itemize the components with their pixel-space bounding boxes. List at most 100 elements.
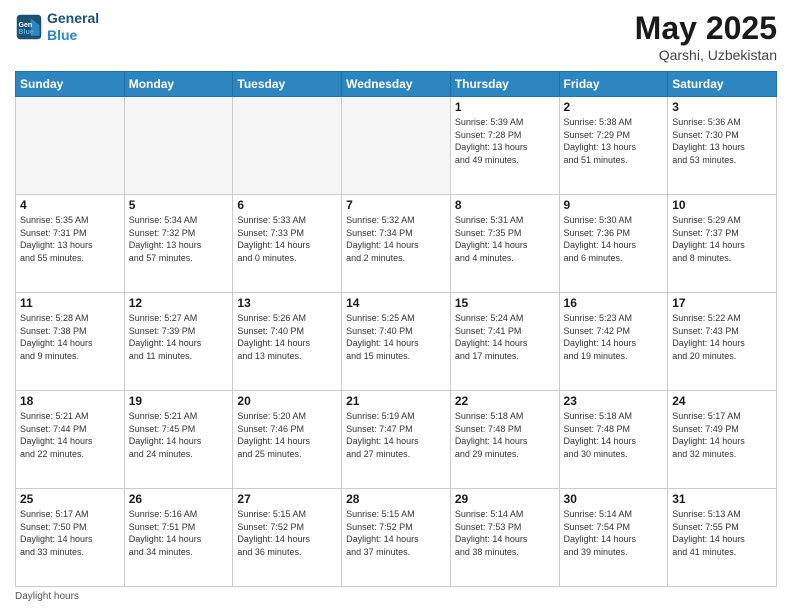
day-number: 16 — [564, 296, 664, 310]
day-number: 17 — [672, 296, 772, 310]
day-info: Sunrise: 5:13 AM Sunset: 7:55 PM Dayligh… — [672, 508, 772, 558]
title-block: May 2025 Qarshi, Uzbekistan — [635, 10, 777, 63]
day-number: 4 — [20, 198, 120, 212]
calendar-cell: 4 Sunrise: 5:35 AM Sunset: 7:31 PM Daylig… — [16, 195, 125, 293]
day-info: Sunrise: 5:38 AM Sunset: 7:29 PM Dayligh… — [564, 116, 664, 166]
calendar-cell — [124, 97, 233, 195]
week-row-3: 11 Sunrise: 5:28 AM Sunset: 7:38 PM Dayli… — [16, 293, 777, 391]
header: Gen Blue General Blue May 2025 Qarshi, U… — [15, 10, 777, 63]
weekday-header-row: SundayMondayTuesdayWednesdayThursdayFrid… — [16, 72, 777, 97]
weekday-header-thursday: Thursday — [450, 72, 559, 97]
calendar-cell: 1 Sunrise: 5:39 AM Sunset: 7:28 PM Daylig… — [450, 97, 559, 195]
calendar-table: SundayMondayTuesdayWednesdayThursdayFrid… — [15, 71, 777, 587]
day-info: Sunrise: 5:15 AM Sunset: 7:52 PM Dayligh… — [237, 508, 337, 558]
day-number: 8 — [455, 198, 555, 212]
calendar-cell: 28Sunrise: 5:15 AM Sunset: 7:52 PM Dayli… — [342, 489, 451, 587]
calendar-cell: 5Sunrise: 5:34 AM Sunset: 7:32 PM Daylig… — [124, 195, 233, 293]
calendar-cell: 21 Sunrise: 5:19 AM Sunset: 7:47 PM Dayli… — [342, 391, 451, 489]
weekday-header-monday: Monday — [124, 72, 233, 97]
day-info: Sunrise: 5:35 AM Sunset: 7:31 PM Dayligh… — [20, 214, 120, 264]
day-number: 10 — [672, 198, 772, 212]
calendar-cell: 26 Sunrise: 5:16 AM Sunset: 7:51 PM Dayli… — [124, 489, 233, 587]
day-info: Sunrise: 5:15 AM Sunset: 7:52 PM Dayligh… — [346, 508, 446, 558]
day-number: 6 — [237, 198, 337, 212]
logo-icon: Gen Blue — [15, 13, 43, 41]
logo-line1: General — [47, 10, 99, 27]
calendar-cell: 14 Sunrise: 5:25 AM Sunset: 7:40 PM Dayli… — [342, 293, 451, 391]
day-info: Sunrise: 5:28 AM Sunset: 7:38 PM Dayligh… — [20, 312, 120, 362]
day-info: Sunrise: 5:31 AM Sunset: 7:35 PM Dayligh… — [455, 214, 555, 264]
day-number: 2 — [564, 100, 664, 114]
week-row-5: 25Sunrise: 5:17 AM Sunset: 7:50 PM Dayli… — [16, 489, 777, 587]
day-info: Sunrise: 5:18 AM Sunset: 7:48 PM Dayligh… — [564, 410, 664, 460]
calendar-cell: 24 Sunrise: 5:17 AM Sunset: 7:49 PM Dayli… — [668, 391, 777, 489]
day-number: 12 — [129, 296, 229, 310]
calendar-cell: 27 Sunrise: 5:15 AM Sunset: 7:52 PM Dayli… — [233, 489, 342, 587]
day-info: Sunrise: 5:19 AM Sunset: 7:47 PM Dayligh… — [346, 410, 446, 460]
day-info: Sunrise: 5:39 AM Sunset: 7:28 PM Dayligh… — [455, 116, 555, 166]
day-info: Sunrise: 5:18 AM Sunset: 7:48 PM Dayligh… — [455, 410, 555, 460]
calendar-cell: 16Sunrise: 5:23 AM Sunset: 7:42 PM Dayli… — [559, 293, 668, 391]
day-number: 23 — [564, 394, 664, 408]
logo-text: General Blue — [47, 10, 99, 44]
calendar-cell: 18Sunrise: 5:21 AM Sunset: 7:44 PM Dayli… — [16, 391, 125, 489]
day-info: Sunrise: 5:25 AM Sunset: 7:40 PM Dayligh… — [346, 312, 446, 362]
day-number: 25 — [20, 492, 120, 506]
calendar-cell: 31 Sunrise: 5:13 AM Sunset: 7:55 PM Dayli… — [668, 489, 777, 587]
day-number: 31 — [672, 492, 772, 506]
calendar-cell: 11 Sunrise: 5:28 AM Sunset: 7:38 PM Dayli… — [16, 293, 125, 391]
calendar-cell: 7 Sunrise: 5:32 AM Sunset: 7:34 PM Daylig… — [342, 195, 451, 293]
calendar-cell: 17 Sunrise: 5:22 AM Sunset: 7:43 PM Dayli… — [668, 293, 777, 391]
day-info: Sunrise: 5:34 AM Sunset: 7:32 PM Dayligh… — [129, 214, 229, 264]
day-info: Sunrise: 5:14 AM Sunset: 7:54 PM Dayligh… — [564, 508, 664, 558]
day-number: 22 — [455, 394, 555, 408]
week-row-1: 1 Sunrise: 5:39 AM Sunset: 7:28 PM Daylig… — [16, 97, 777, 195]
day-number: 24 — [672, 394, 772, 408]
svg-text:Blue: Blue — [19, 29, 34, 36]
day-info: Sunrise: 5:26 AM Sunset: 7:40 PM Dayligh… — [237, 312, 337, 362]
calendar-cell — [16, 97, 125, 195]
calendar-cell: 22 Sunrise: 5:18 AM Sunset: 7:48 PM Dayli… — [450, 391, 559, 489]
week-row-2: 4 Sunrise: 5:35 AM Sunset: 7:31 PM Daylig… — [16, 195, 777, 293]
day-info: Sunrise: 5:16 AM Sunset: 7:51 PM Dayligh… — [129, 508, 229, 558]
day-number: 9 — [564, 198, 664, 212]
logo-line2: Blue — [47, 27, 99, 44]
day-info: Sunrise: 5:32 AM Sunset: 7:34 PM Dayligh… — [346, 214, 446, 264]
calendar-cell: 8 Sunrise: 5:31 AM Sunset: 7:35 PM Daylig… — [450, 195, 559, 293]
calendar-cell: 15Sunrise: 5:24 AM Sunset: 7:41 PM Dayli… — [450, 293, 559, 391]
weekday-header-sunday: Sunday — [16, 72, 125, 97]
calendar-cell: 12Sunrise: 5:27 AM Sunset: 7:39 PM Dayli… — [124, 293, 233, 391]
day-info: Sunrise: 5:24 AM Sunset: 7:41 PM Dayligh… — [455, 312, 555, 362]
day-info: Sunrise: 5:36 AM Sunset: 7:30 PM Dayligh… — [672, 116, 772, 166]
day-info: Sunrise: 5:29 AM Sunset: 7:37 PM Dayligh… — [672, 214, 772, 264]
day-info: Sunrise: 5:30 AM Sunset: 7:36 PM Dayligh… — [564, 214, 664, 264]
calendar-cell: 30 Sunrise: 5:14 AM Sunset: 7:54 PM Dayli… — [559, 489, 668, 587]
page: Gen Blue General Blue May 2025 Qarshi, U… — [0, 0, 792, 612]
calendar-cell — [233, 97, 342, 195]
day-number: 21 — [346, 394, 446, 408]
title-location: Qarshi, Uzbekistan — [635, 47, 777, 63]
day-number: 26 — [129, 492, 229, 506]
day-number: 14 — [346, 296, 446, 310]
day-info: Sunrise: 5:20 AM Sunset: 7:46 PM Dayligh… — [237, 410, 337, 460]
calendar-cell: 29Sunrise: 5:14 AM Sunset: 7:53 PM Dayli… — [450, 489, 559, 587]
svg-text:Gen: Gen — [19, 22, 33, 29]
calendar-cell: 2 Sunrise: 5:38 AM Sunset: 7:29 PM Daylig… — [559, 97, 668, 195]
day-number: 7 — [346, 198, 446, 212]
day-number: 27 — [237, 492, 337, 506]
title-month: May 2025 — [635, 10, 777, 47]
day-number: 30 — [564, 492, 664, 506]
calendar-cell: 23 Sunrise: 5:18 AM Sunset: 7:48 PM Dayli… — [559, 391, 668, 489]
logo: Gen Blue General Blue — [15, 10, 99, 44]
day-number: 19 — [129, 394, 229, 408]
day-number: 1 — [455, 100, 555, 114]
weekday-header-wednesday: Wednesday — [342, 72, 451, 97]
day-info: Sunrise: 5:33 AM Sunset: 7:33 PM Dayligh… — [237, 214, 337, 264]
footer-note: Daylight hours — [15, 591, 777, 602]
weekday-header-friday: Friday — [559, 72, 668, 97]
day-number: 11 — [20, 296, 120, 310]
day-info: Sunrise: 5:14 AM Sunset: 7:53 PM Dayligh… — [455, 508, 555, 558]
day-info: Sunrise: 5:22 AM Sunset: 7:43 PM Dayligh… — [672, 312, 772, 362]
day-info: Sunrise: 5:17 AM Sunset: 7:49 PM Dayligh… — [672, 410, 772, 460]
week-row-4: 18Sunrise: 5:21 AM Sunset: 7:44 PM Dayli… — [16, 391, 777, 489]
